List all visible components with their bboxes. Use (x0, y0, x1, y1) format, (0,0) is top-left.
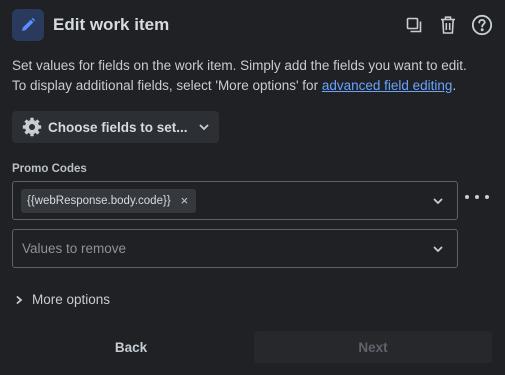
choose-fields-label: Choose fields to set... (48, 119, 188, 135)
trash-icon[interactable] (437, 14, 459, 36)
promo-codes-select[interactable]: {{webResponse.body.code}} × (12, 181, 458, 220)
chevron-right-icon (16, 295, 23, 304)
chevron-down-icon (199, 124, 208, 131)
promo-codes-label: Promo Codes (12, 163, 87, 175)
chevron-down-icon (433, 246, 443, 253)
copy-icon[interactable] (403, 14, 425, 36)
description-prefix: To display additional fields, select 'Mo… (12, 78, 322, 93)
values-to-remove-placeholder: Values to remove (22, 241, 127, 256)
more-options-toggle[interactable]: More options (14, 292, 110, 307)
more-actions-icon[interactable] (465, 190, 489, 204)
more-options-label: More options (32, 292, 111, 307)
help-icon[interactable] (471, 14, 493, 36)
description-line-1: Set values for fields on the work item. … (12, 58, 467, 73)
header: Edit work item (12, 9, 493, 41)
advanced-field-editing-link[interactable]: advanced field editing (322, 78, 453, 93)
pencil-icon (12, 9, 44, 41)
page-title: Edit work item (53, 15, 170, 34)
description: Set values for fields on the work item. … (12, 56, 497, 96)
choose-fields-button[interactable]: Choose fields to set... (12, 111, 219, 143)
edit-work-item-panel: Edit work item Set values for fields on … (0, 0, 505, 375)
gear-icon (22, 117, 42, 137)
description-line-2: To display additional fields, select 'Mo… (12, 76, 497, 96)
header-actions (403, 14, 493, 36)
next-button[interactable]: Next (254, 331, 492, 363)
back-button[interactable]: Back (12, 331, 250, 363)
chevron-down-icon (433, 198, 443, 205)
chip-value: {{webResponse.body.code}} (27, 194, 171, 207)
description-suffix: . (452, 78, 457, 93)
chip-remove-icon[interactable]: × (181, 193, 189, 208)
values-to-remove-select[interactable]: Values to remove (12, 229, 458, 268)
promo-code-chip: {{webResponse.body.code}} × (21, 188, 197, 213)
